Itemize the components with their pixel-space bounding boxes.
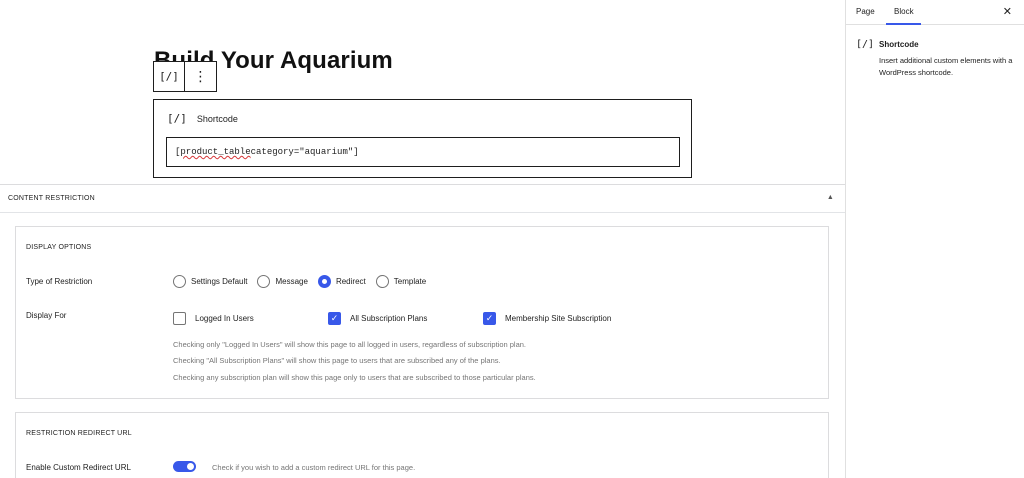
redirect-url-panel: RESTRICTION REDIRECT URL Enable Custom R… (15, 412, 829, 478)
active-tab-indicator (886, 23, 921, 25)
shortcode-icon: [/] (167, 112, 187, 125)
block-options-button[interactable]: ⋮ (185, 62, 216, 91)
radio-label: Message (275, 277, 308, 286)
close-icon[interactable]: ✕ (1003, 5, 1012, 18)
collapse-arrow-icon[interactable]: ▲ (827, 194, 834, 201)
display-options-panel: DISPLAY OPTIONS Type of Restriction Sett… (15, 226, 829, 399)
tab-page[interactable]: Page (856, 7, 875, 16)
radio-label: Template (393, 277, 427, 286)
shortcode-block-label: Shortcode (196, 113, 238, 124)
radio-circle[interactable] (375, 275, 389, 288)
radio-message[interactable]: Message (257, 275, 308, 288)
checkbox-membership-site-subscription[interactable]: ✓ Membership Site Subscription (483, 312, 611, 325)
shortcode-value-suffix: category="aquarium"] (250, 147, 359, 157)
shortcode-block[interactable]: [/] Shortcode [product_table category="a… (153, 99, 692, 178)
enable-custom-redirect-label: Enable Custom Redirect URL (26, 463, 131, 472)
shortcode-input[interactable]: [product_table category="aquarium"] (166, 137, 680, 167)
checkmark-icon[interactable]: ✓ (328, 312, 341, 325)
block-card-description: Insert additional custom elements with a… (879, 56, 1013, 77)
sidebar-tabs: Page Block ✕ (846, 0, 1024, 25)
more-vertical-icon: ⋮ (193, 68, 208, 85)
help-text: Checking any subscription plan will show… (173, 373, 536, 382)
editor-canvas: Build Your Aquarium [/] ⋮ [/] Shortcode … (0, 0, 845, 184)
help-text: Checking "All Subscription Plans" will s… (173, 356, 501, 365)
checkbox-box[interactable] (173, 312, 186, 325)
enable-custom-redirect-toggle[interactable] (173, 461, 196, 472)
checkbox-all-subscription-plans[interactable]: ✓ All Subscription Plans (328, 312, 427, 325)
metabox-title: CONTENT RESTRICTION (8, 195, 95, 202)
help-text: Check if you wish to add a custom redire… (212, 463, 416, 472)
checkbox-logged-in-users[interactable]: Logged In Users (173, 312, 254, 325)
shortcode-icon: [/] (856, 39, 875, 50)
radio-settings-default[interactable]: Settings Default (173, 275, 247, 288)
metabox-header[interactable]: CONTENT RESTRICTION ▲ (0, 185, 845, 213)
block-toolbar: [/] ⋮ (153, 61, 217, 92)
radio-redirect[interactable]: Redirect (317, 275, 366, 288)
shortcode-block-header: [/] Shortcode (167, 112, 238, 125)
display-for-label: Display For (26, 311, 67, 320)
tab-block[interactable]: Block (894, 7, 914, 16)
checkbox-label: Membership Site Subscription (505, 314, 612, 323)
radio-label: Redirect (335, 277, 366, 286)
block-card-title: Shortcode (879, 40, 919, 49)
block-type-button[interactable]: [/] (154, 62, 185, 91)
radio-circle-selected[interactable] (317, 275, 331, 288)
radio-template[interactable]: Template (375, 275, 427, 288)
checkbox-label: All Subscription Plans (350, 314, 428, 323)
shortcode-icon: [/] (159, 70, 179, 83)
radio-circle[interactable] (173, 275, 186, 288)
help-text: Checking only "Logged In Users" will sho… (173, 340, 527, 349)
radio-label: Settings Default (191, 277, 248, 286)
shortcode-value-misspelled: product_table (180, 147, 251, 157)
panel-title: DISPLAY OPTIONS (26, 244, 92, 251)
type-of-restriction-label: Type of Restriction (26, 277, 93, 286)
settings-sidebar: Page Block ✕ [/] Shortcode Insert additi… (845, 0, 1024, 478)
panel-title: RESTRICTION REDIRECT URL (26, 430, 132, 437)
checkbox-label: Logged In Users (195, 314, 254, 323)
radio-circle[interactable] (257, 275, 271, 288)
restriction-type-radio-group: Settings Default Message Redirect Templa… (173, 275, 436, 288)
checkmark-icon[interactable]: ✓ (483, 312, 496, 325)
content-restriction-metabox: CONTENT RESTRICTION ▲ DISPLAY OPTIONS Ty… (0, 184, 845, 478)
